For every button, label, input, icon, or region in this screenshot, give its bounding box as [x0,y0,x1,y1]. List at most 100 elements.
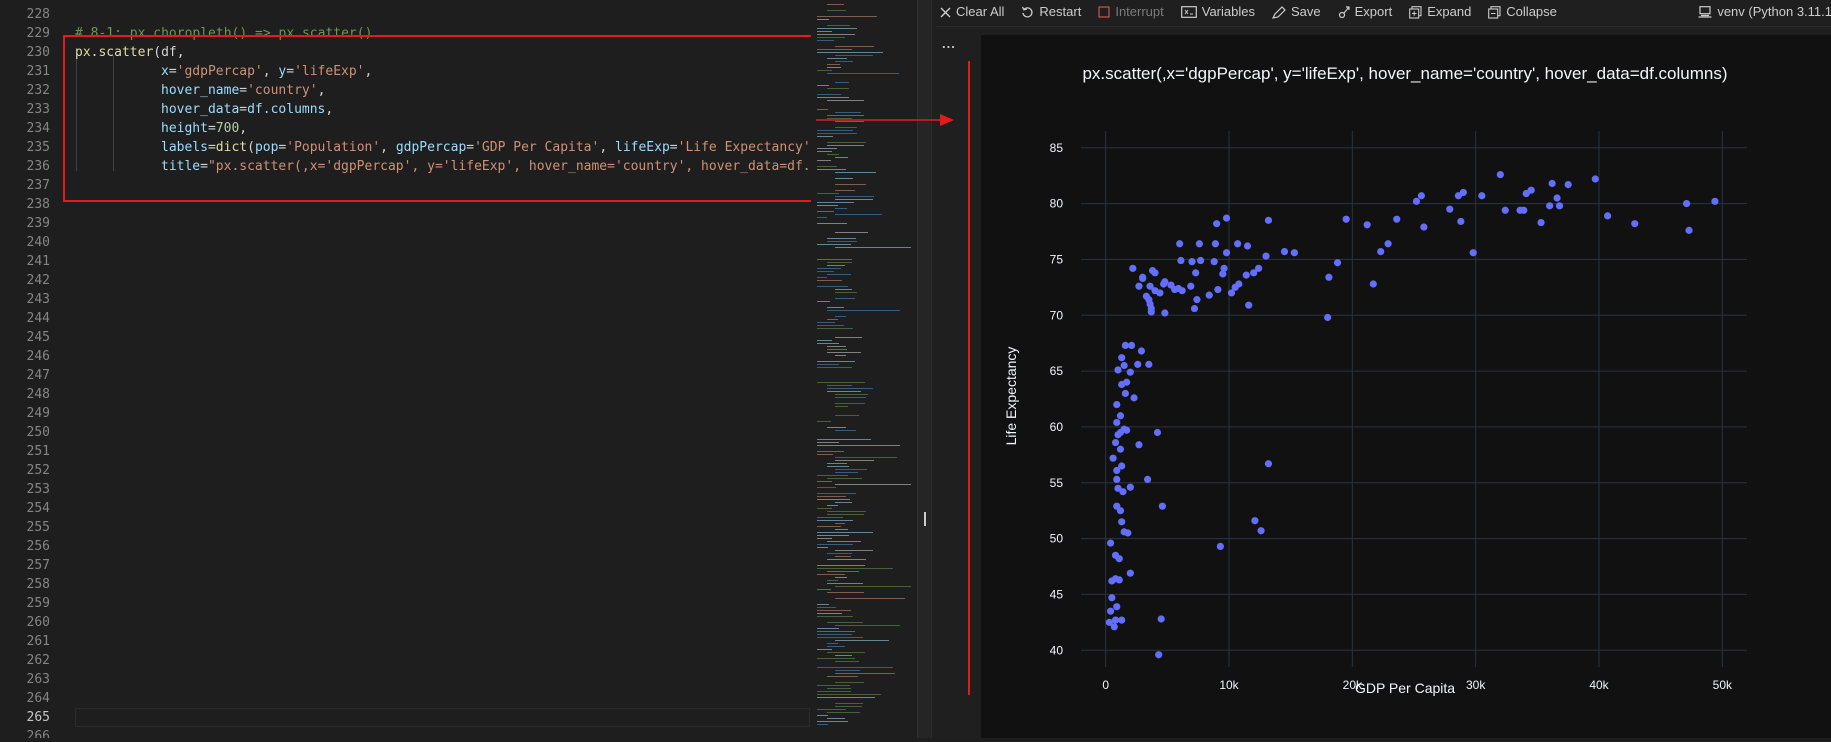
minimap-line [835,556,851,557]
save-icon [1271,5,1286,19]
data-point [1190,304,1199,313]
export-button[interactable]: Export [1338,0,1392,24]
data-point [1685,226,1693,234]
data-point [1192,269,1200,277]
minimap-line [817,148,838,149]
minimap-line [817,538,833,539]
minimap-line [835,199,873,200]
data-point [1264,216,1273,224]
minimap-line [817,694,881,695]
minimap-line [817,166,838,167]
data-point [1195,240,1203,248]
minimap-line [835,484,911,485]
kernel-picker-button[interactable]: venv (Python 3.11.1 [1698,0,1831,24]
line-number: 255 [26,520,50,535]
line-number: 253 [26,482,50,497]
minimap[interactable] [811,0,917,738]
kernel-label: venv (Python 3.11.1 [1717,4,1831,19]
minimap-line [827,142,867,143]
interrupt-button[interactable]: Interrupt [1098,0,1164,24]
minimap-line [835,415,860,416]
minimap-line [817,697,875,698]
minimap-line [817,280,842,281]
minimap-line [835,247,911,248]
minimap-line [817,499,850,500]
minimap-line [835,190,855,191]
minimap-line [817,343,839,344]
scatter-chart[interactable]: px.scatter(,x='dgpPercap', y='lifeExp', … [981,35,1831,738]
minimap-line [835,430,856,431]
data-point [1553,194,1561,202]
minimap-line [835,655,853,656]
y-tick-labels: 40 45 50 55 60 65 70 75 80 85 [1050,141,1064,658]
editor-scrollbar[interactable] [917,0,932,738]
minimap-line [817,202,854,203]
y-tick-label: 50 [1050,532,1064,546]
expand-button[interactable]: Expand [1409,0,1471,24]
minimap-line [835,184,867,185]
data-point [1156,289,1164,297]
line-number: 251 [26,444,50,459]
minimap-line [827,73,900,74]
code-editor[interactable]: 228 229 230 231 232 233 234 235 236 237 238 239 240 2… [0,0,811,738]
minimap-line [817,628,839,629]
data-point [1446,205,1454,213]
data-point [1148,266,1157,275]
minimap-line [835,661,860,662]
x-tick-label: 50k [1713,678,1733,692]
data-point [1211,240,1220,248]
line-number: 245 [26,330,50,345]
minimap-line [827,391,861,392]
minimap-line [827,478,862,479]
data-point [1459,188,1467,197]
data-point [1711,197,1719,205]
y-tick-label: 60 [1050,420,1064,434]
minimap-line [835,208,847,209]
minimap-line [817,604,829,605]
minimap-line [817,532,873,533]
minimap-line [827,10,846,11]
collapse-button[interactable]: Collapse [1488,0,1557,24]
interactive-toolbar: Clear All Restart Interrupt Variables Sa… [932,0,1831,24]
minimap-line [827,583,864,584]
data-point [1126,368,1134,376]
minimap-line [817,607,836,608]
minimap-line [817,133,857,134]
line-number: 235 [26,140,50,155]
code-highlight-annotation-box [63,35,811,202]
line-number: 263 [26,672,50,687]
data-point [1111,438,1120,447]
minimap-line [817,724,828,725]
output-more-actions-button[interactable]: ... [942,36,956,51]
line-number: 243 [26,292,50,307]
data-point [1384,240,1392,248]
minimap-line [817,610,852,611]
minimap-line [827,88,850,89]
data-point [1155,651,1163,659]
data-point [1135,441,1143,449]
minimap-line [827,427,847,428]
data-point [1116,507,1125,515]
minimap-line [817,136,833,137]
minimap-line [835,706,862,707]
minimap-line [817,442,840,443]
data-point [1113,603,1121,611]
minimap-line [817,691,852,692]
data-point [1115,555,1123,563]
split-sash-handle[interactable] [924,512,926,526]
minimap-line [817,487,837,488]
minimap-line [827,145,865,146]
plot-output[interactable]: px.scatter(,x='dgpPercap', y='lifeExp', … [981,35,1831,738]
minimap-line [817,16,878,17]
line-number: 230 [26,45,50,60]
minimap-line [817,31,832,32]
data-point [1121,341,1129,349]
restart-button[interactable]: Restart [1021,0,1081,24]
data-point [1262,252,1270,260]
x-tick-label: 30k [1466,678,1486,692]
minimap-line [835,316,846,317]
clear-all-button[interactable]: Clear All [940,0,1004,24]
variables-button[interactable]: Variables [1180,0,1255,24]
save-button[interactable]: Save [1271,0,1321,24]
data-point [1161,309,1169,317]
